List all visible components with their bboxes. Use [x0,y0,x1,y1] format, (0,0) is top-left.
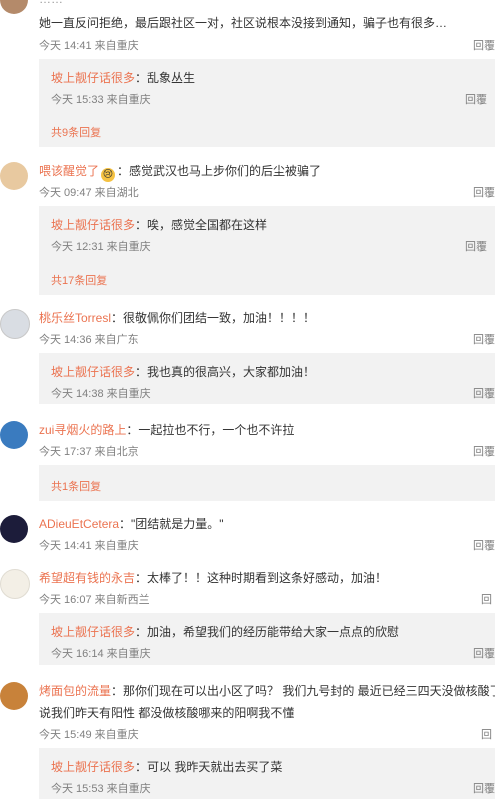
sub-reply-box [39,465,495,501]
comment-text: 桃乐丝Torresl：很敬佩你们团结一致，加油！！！！ [39,311,316,325]
comment-username[interactable]: 烤面包的流量 [39,684,111,698]
comment-meta: 今天 15:49 来自重庆 [39,729,139,741]
reply-button[interactable]: 回覆 [473,184,495,200]
comment-username[interactable]: zui寻烟火的路上 [39,423,126,437]
sub-reply-meta: 今天 12:31 来自重庆 [51,241,151,253]
avatar[interactable] [0,515,28,543]
comment-meta: 今天 09:47 来自湖北 [39,187,139,199]
comment-text: zui寻烟火的路上：一起拉也不行，一个也不许拉 [39,423,295,437]
comment-meta: 今天 17:37 来自北京 [39,446,139,458]
avatar[interactable] [0,309,30,339]
comment-username[interactable]: ADieuEtCetera [39,517,119,531]
comment-username[interactable]: 希望超有钱的永吉 [39,571,135,585]
sub-reply-meta: 今天 14:38 来自重庆 [51,388,151,400]
reply-button[interactable]: 回 [481,726,492,742]
sub-reply-button[interactable]: 回覆 [465,91,487,107]
sub-reply-meta: 今天 15:53 来自重庆 [51,783,151,795]
comment-text-fragment: …… [39,0,63,6]
sub-reply-username[interactable]: 坡上靓仔话很多 [51,365,135,379]
more-replies-link[interactable]: 共1条回复 [51,478,101,494]
sub-reply-button[interactable]: 回覆 [473,645,495,661]
comment-meta: 今天 16:07 来自新西兰 [39,594,150,606]
sub-reply-button[interactable]: 回覆 [473,385,495,401]
comment-text: ADieuEtCetera："团结就是力量。" [39,517,224,531]
more-replies-link[interactable]: 共17条回复 [51,272,107,288]
more-replies-link[interactable]: 共9条回复 [51,124,101,140]
reply-button[interactable]: 回覆 [473,331,495,347]
sub-reply-username[interactable]: 坡上靓仔话很多 [51,71,135,85]
sub-reply-text: 坡上靓仔话很多：我也真的很高兴，大家都加油！ [51,365,316,379]
sub-reply-meta: 今天 16:14 来自重庆 [51,648,151,660]
comment-text-continued: 说我们昨天有阳性 都没做核酸哪来的阳啊我不懂 [39,706,295,720]
avatar[interactable] [0,162,28,190]
sub-reply-button[interactable]: 回覆 [473,780,495,796]
reply-button[interactable]: 回覆 [473,443,495,459]
comment-meta: 今天 14:41 来自重庆 [39,40,139,52]
sub-reply-meta: 今天 15:33 来自重庆 [51,94,151,106]
avatar[interactable] [0,569,30,599]
sub-reply-text: 坡上靓仔话很多：可以 我昨天就出去买了菜 [51,760,283,774]
reply-button[interactable]: 回覆 [473,37,495,53]
reply-button[interactable]: 回 [481,591,492,607]
comment-text: 希望超有钱的永吉：太棒了！！这种时期看到这条好感动，加油！ [39,571,388,585]
crying-emoji-icon: 😢 [101,168,116,182]
comment-text: 她一直反问拒绝，最后跟社区一对，社区说根本没接到通知，骗子也有很多… [39,16,448,30]
comment-text: 喂该醒觉了 😢 ：感觉武汉也马上步你们的后尘被骗了 [39,164,322,182]
avatar[interactable] [0,0,28,14]
reply-button[interactable]: 回覆 [473,537,495,553]
sub-reply-username[interactable]: 坡上靓仔话很多 [51,218,135,232]
sub-reply-text: 坡上靓仔话很多：乱象丛生 [51,71,196,85]
sub-reply-button[interactable]: 回覆 [465,238,487,254]
comment-username[interactable]: 桃乐丝Torresl [39,311,111,325]
comment-meta: 今天 14:41 来自重庆 [39,540,139,552]
comment-meta: 今天 14:36 来自广东 [39,334,139,346]
sub-reply-username[interactable]: 坡上靓仔话很多 [51,760,135,774]
avatar[interactable] [0,421,28,449]
sub-reply-text: 坡上靓仔话很多：唉，感觉全国都在这样 [51,218,268,232]
sub-reply-username[interactable]: 坡上靓仔话很多 [51,625,135,639]
avatar[interactable] [0,682,28,710]
comment-username[interactable]: 喂该醒觉了 [39,164,99,178]
comment-text: 烤面包的流量：那你们现在可以出小区了吗？ 我们九号封的 最近已经三四天没做核酸了 [39,684,495,698]
sub-reply-text: 坡上靓仔话很多：加油，希望我们的经历能带给大家一点点的欣慰 [51,625,400,639]
